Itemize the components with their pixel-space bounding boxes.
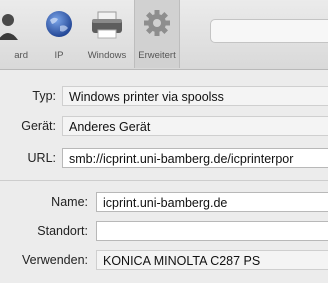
globe-icon: [44, 6, 74, 47]
toolbar: ard IP Windows Erweitert: [0, 0, 328, 70]
user-accounts-icon: [0, 6, 28, 47]
geraet-label: Gerät:: [21, 119, 56, 133]
toolbar-item-windows[interactable]: Windows: [84, 0, 130, 68]
section-divider: [0, 180, 328, 181]
toolbar-label: ard: [14, 50, 28, 61]
name-field[interactable]: icprint.uni-bamberg.de: [96, 192, 328, 212]
name-label: Name:: [51, 195, 88, 209]
printer-form: Typ: Windows printer via spoolss Gerät: …: [0, 70, 328, 283]
verwenden-label: Verwenden:: [21, 253, 88, 267]
standort-label: Standort:: [37, 224, 88, 238]
printer-icon: [90, 6, 124, 47]
toolbar-label: Erweitert: [138, 50, 176, 61]
url-field[interactable]: smb://icprint.uni-bamberg.de/icprinterpo…: [62, 148, 328, 168]
toolbar-label: Windows: [87, 50, 127, 61]
toolbar-item-erweitert[interactable]: Erweitert: [134, 0, 180, 68]
typ-label: Typ:: [32, 89, 56, 103]
toolbar-label: IP: [54, 50, 64, 61]
gear-icon: [141, 6, 173, 47]
url-label: URL:: [27, 151, 56, 165]
toolbar-search-field[interactable]: [210, 19, 328, 43]
standort-field[interactable]: [96, 221, 328, 241]
verwenden-select[interactable]: KONICA MINOLTA C287 PS: [96, 250, 328, 270]
toolbar-item-ip[interactable]: IP: [44, 0, 74, 68]
toolbar-item-standard[interactable]: ard: [0, 0, 30, 68]
geraet-select[interactable]: Anderes Gerät: [62, 116, 328, 136]
typ-select[interactable]: Windows printer via spoolss: [62, 86, 328, 106]
